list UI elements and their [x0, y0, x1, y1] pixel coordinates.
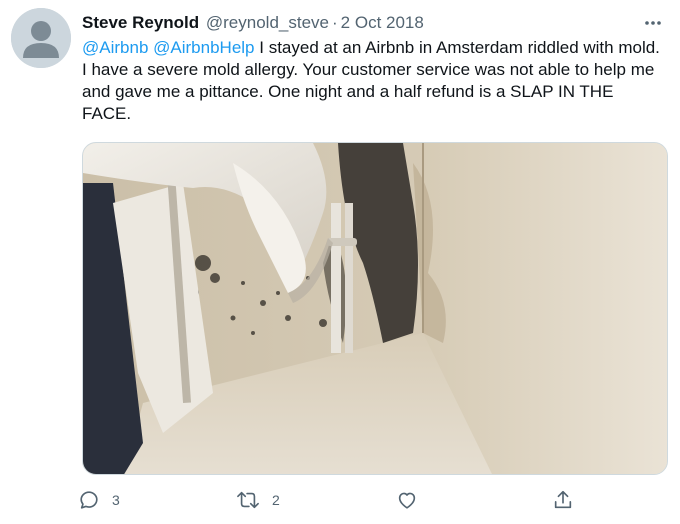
tweet-text: @Airbnb @AirbnbHelp I stayed at an Airbn… [82, 37, 667, 125]
retweet-icon [237, 491, 259, 509]
heart-icon [398, 492, 416, 509]
tweet-actions: 3 2 [78, 487, 598, 513]
avatar[interactable] [11, 8, 71, 68]
retweet-button[interactable]: 2 [236, 487, 280, 513]
tweet-card: Steve Reynold @reynold_steve · 2 Oct 2018 … [0, 0, 680, 524]
mold-photo-image [83, 143, 667, 474]
more-options-button[interactable] [640, 10, 666, 36]
reply-button[interactable]: 3 [78, 487, 120, 513]
reply-icon [80, 491, 98, 509]
default-avatar-icon [11, 8, 71, 68]
author-name[interactable]: Steve Reynold [82, 13, 199, 32]
reply-count: 3 [112, 492, 120, 508]
mention-airbnbhelp[interactable]: @AirbnbHelp [153, 38, 254, 57]
tweet-photo[interactable] [82, 142, 668, 475]
tweet-header: Steve Reynold @reynold_steve · 2 Oct 2018 [82, 12, 424, 34]
like-button[interactable] [396, 487, 418, 513]
retweet-count: 2 [272, 492, 280, 508]
more-options-icon [645, 21, 661, 25]
share-button[interactable] [552, 487, 574, 513]
mention-airbnb[interactable]: @Airbnb [82, 38, 148, 57]
separator-dot: · [332, 13, 338, 32]
author-handle[interactable]: @reynold_steve [206, 13, 329, 32]
share-icon [554, 490, 572, 509]
tweet-date[interactable]: 2 Oct 2018 [341, 13, 424, 32]
